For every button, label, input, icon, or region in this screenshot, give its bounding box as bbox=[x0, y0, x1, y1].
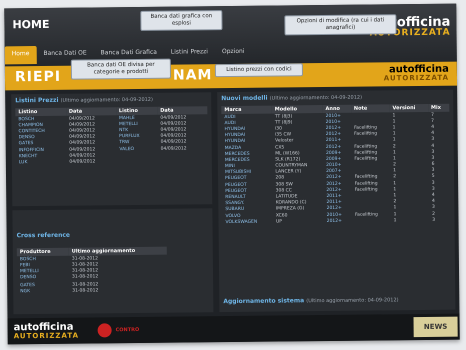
cross-title: Cross reference bbox=[16, 231, 71, 240]
partner-logo-text: CONTRO bbox=[115, 326, 140, 334]
modelli-cell bbox=[352, 218, 391, 225]
page-title: HOME bbox=[12, 17, 50, 32]
banner-logo-sub: AUTORIZZATA bbox=[383, 73, 450, 83]
news-badge[interactable]: NEWS bbox=[413, 316, 458, 338]
modelli-title-text: Nuovi modelli bbox=[221, 94, 268, 103]
app-window: HOME autofficina AUTORIZZATA Home Banca … bbox=[4, 3, 460, 345]
banner-title: RIEPI bbox=[14, 68, 62, 86]
callout-banca-oe: Banca dati OE divisa per categorie e pro… bbox=[70, 58, 171, 80]
callout-listino: Listino prezzi con codici bbox=[214, 63, 303, 78]
listini-title: Listini Prezzi (Ultimo aggiornamento: 04… bbox=[15, 96, 153, 104]
cross-panel: Cross reference Produttore Ultimo aggior… bbox=[12, 208, 214, 315]
callout-banca-grafica: Banca dati grafica con esplosi bbox=[140, 10, 223, 31]
listini-update-note: (Ultimo aggiornamento: 04-09-2012) bbox=[60, 96, 153, 104]
bottom-note-date: (Ultimo aggiornamento: 04-09-2012) bbox=[306, 297, 399, 305]
modelli-cell: 3 bbox=[432, 217, 436, 223]
modelli-cell: 2012+ bbox=[326, 218, 342, 224]
bottom-note-title: Aggiornamento sistema bbox=[223, 297, 305, 306]
cross-row[interactable]: NGK 31-08-2012 bbox=[17, 287, 167, 295]
banner-title-tail: NAM bbox=[172, 67, 213, 84]
modelli-row[interactable]: VOLKSWAGEN UP 2012+ 1 3 bbox=[222, 217, 450, 226]
bottom-note: Aggiornamento sistema (Ultimo aggiorname… bbox=[223, 296, 398, 305]
tab-home[interactable]: Home bbox=[4, 46, 37, 65]
modelli-update-note: (Ultimo aggiornamento: 04-09-2012) bbox=[269, 94, 363, 102]
cross-table: Produttore Ultimo aggiornamento BOSCH 31-… bbox=[16, 246, 167, 295]
modelli-cell: VOLKSWAGEN bbox=[225, 219, 258, 225]
col-mix[interactable]: Mix bbox=[427, 103, 450, 112]
footer: autofficina AUTORIZZATA CONTRO NEWS bbox=[7, 313, 460, 345]
banner-logo: autofficina AUTORIZZATA bbox=[383, 64, 450, 84]
listini-cell: 04/09/2012 bbox=[69, 159, 96, 165]
modelli-cell: UP bbox=[275, 219, 282, 225]
header: HOME autofficina AUTORIZZATA Home Banca … bbox=[4, 3, 457, 67]
listini-panel: Listini Prezzi (Ultimo aggiornamento: 04… bbox=[11, 92, 213, 207]
listini-table: Listino Data Listino Data BOSCH 04/09/201… bbox=[15, 106, 208, 166]
listini-cell bbox=[116, 158, 157, 165]
listini-cell: LUK bbox=[18, 160, 28, 166]
footer-logo-sub: AUTORIZZATA bbox=[13, 331, 80, 341]
listini-row[interactable]: LUK 04/09/2012 bbox=[16, 158, 208, 166]
listini-cell bbox=[158, 158, 208, 165]
footer-logo[interactable]: autofficina AUTORIZZATA bbox=[13, 322, 80, 342]
cross-cell: 31-08-2012 bbox=[72, 288, 99, 294]
modelli-table: Marca Modello Anno Note Versioni Mix AUD… bbox=[221, 103, 450, 226]
modelli-cell: 1 bbox=[393, 218, 397, 224]
tab-listini-prezzi[interactable]: Listini Prezzi bbox=[164, 44, 215, 63]
tab-opzioni[interactable]: Opzioni bbox=[215, 44, 252, 62]
partner-logo-icon[interactable] bbox=[97, 323, 112, 338]
callout-opzioni: Opzioni di modifica (ra cui i dati anagr… bbox=[284, 14, 397, 36]
listini-title-text: Listini Prezzi bbox=[15, 96, 59, 105]
cross-cell: NGK bbox=[20, 288, 31, 294]
modelli-panel: Nuovi modelli (Ultimo aggiornamento: 04-… bbox=[217, 89, 456, 313]
modelli-title: Nuovi modelli (Ultimo aggiornamento: 04-… bbox=[221, 94, 362, 102]
